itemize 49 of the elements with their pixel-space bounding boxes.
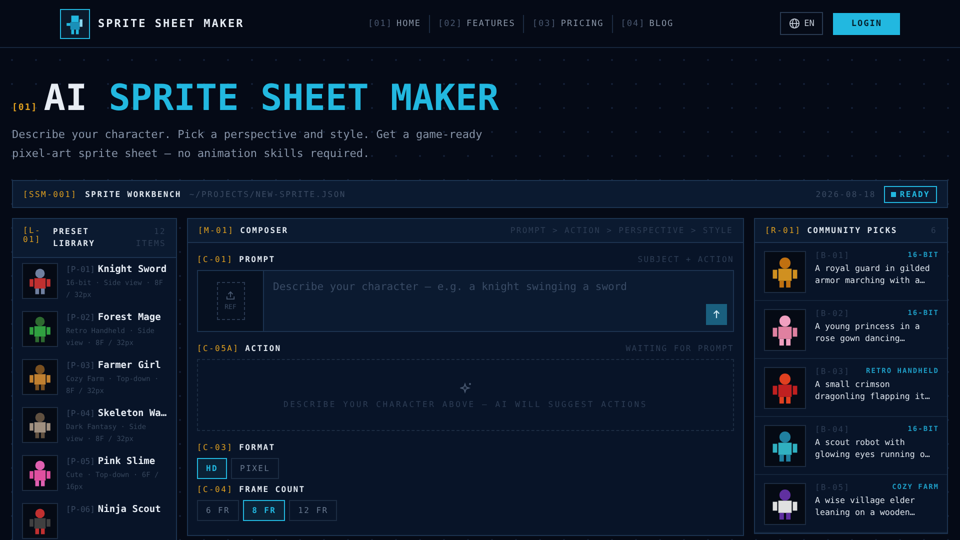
item-description: A scout robot with glowing eyes running o… <box>815 436 931 460</box>
globe-icon <box>789 18 800 29</box>
language-button[interactable]: EN <box>780 12 824 35</box>
frame-count-option[interactable]: 8 FR <box>243 500 286 521</box>
panel-title: COMMUNITY PICKS <box>807 226 898 235</box>
brand-name[interactable]: SPRITE SHEET MAKER <box>98 17 244 30</box>
nav-link[interactable]: [03] PRICING <box>523 14 612 32</box>
nav-link[interactable]: [02] FEATURES <box>428 14 524 32</box>
nav-link[interactable]: [01] HOME <box>360 14 429 32</box>
nav-link[interactable]: [04] BLOG <box>612 14 682 32</box>
preset-item[interactable]: [P-06] Ninja Scout <box>13 498 176 540</box>
status-badge: READY <box>884 186 937 202</box>
format-option[interactable]: PIXEL <box>231 458 280 479</box>
preset-id: [P-04] <box>66 409 95 418</box>
section-label: [C-01] PROMPT <box>197 255 276 264</box>
workbench-title: SPRITE WORKBENCH <box>85 190 182 198</box>
sparkle-icon <box>460 382 472 394</box>
item-description: A wise village elder leaning on a wooden… <box>815 494 916 518</box>
preset-name: Forest Mage <box>98 312 161 323</box>
preset-id: [P-02] <box>66 313 95 322</box>
frame-count-option[interactable]: 6 FR <box>197 500 240 521</box>
item-description: A small crimson dragonling flapping it… <box>815 378 931 402</box>
preset-name: Ninja Scout <box>98 504 161 515</box>
hero-description: Describe your character. Pick a perspective and style. Get a game-ready pixel-art sprite sheet — no animation skills required. <box>12 127 484 162</box>
section-label: [C-03] FORMAT <box>197 443 276 452</box>
workbench-id: [SSM-001] <box>23 190 78 198</box>
preset-id: [P-05] <box>66 457 95 466</box>
login-button[interactable]: LOGIN <box>833 12 900 34</box>
panel-id: [M-01] <box>198 226 234 235</box>
panel-title: COMPOSER <box>240 226 288 235</box>
preset-name: Pink Slime <box>98 456 156 467</box>
panel-id: [R-01] <box>765 226 802 235</box>
panel-id: [L-01] <box>23 226 42 244</box>
item-description: A royal guard in gilded armor marching with a… <box>815 262 931 286</box>
preset-name: Skeleton Wa… <box>98 408 167 419</box>
preset-name: Farmer Girl <box>98 360 161 371</box>
preset-id: [P-01] <box>66 265 95 274</box>
preset-name: Knight Sword <box>98 264 167 275</box>
frame-count-option[interactable]: 12 FR <box>289 500 338 521</box>
preset-id: [P-06] <box>66 505 95 514</box>
format-option[interactable]: HD <box>197 458 228 479</box>
section-label: [C-05A] ACTION <box>197 344 282 353</box>
logo-icon[interactable] <box>60 8 90 38</box>
preset-id: [P-03] <box>66 361 95 370</box>
section-index: [01] <box>12 103 38 113</box>
item-description: A young princess in a rose gown dancing… <box>815 320 921 344</box>
panel-title: PRESET LIBRARY <box>53 226 96 250</box>
page-title: AI SPRITE SHEET MAKER <box>44 78 499 119</box>
section-label: [C-04] FRAME COUNT <box>197 485 306 494</box>
